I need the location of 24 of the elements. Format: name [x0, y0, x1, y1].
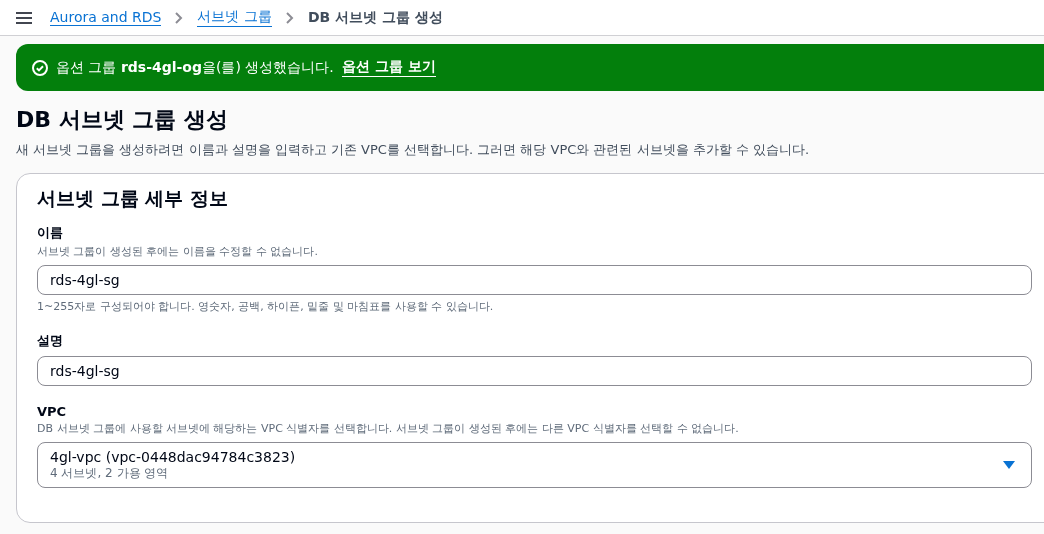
select-value: 4gl-vpc (vpc-0448dac94784c3823) — [50, 448, 296, 465]
banner-message: 옵션 그룹 rds-4gl-og을(를) 생성했습니다. — [56, 58, 334, 77]
field-hint: DB 서브넷 그룹에 사용할 서브넷에 해당하는 VPC 식별자를 선택합니다. 서브넷 그룹이 생성된 후에는 다른 VPC 식별자를 선택할 수 없습니다. — [37, 421, 740, 436]
card-title: 서브넷 그룹 세부 정보 — [37, 186, 229, 211]
input-field[interactable]: rds-4gl-sg — [37, 265, 1032, 295]
caret-icon — [1003, 461, 1015, 469]
select-field[interactable]: 4gl-vpc (vpc-0448dac94784c3823) 4 서브넷, 2 가용 영역 — [37, 442, 1032, 488]
field-label: 설명 — [37, 332, 64, 350]
banner-link[interactable]: 옵션 그룹 보기 — [341, 58, 436, 77]
page-description: 새 서브넷 그룹을 생성하려면 이름과 설명을 입력하고 기존 VPC를 선택합니다. 그러면 해당 VPC와 관련된 서브넷을 추가할 수 있습니다. — [16, 141, 811, 159]
breadcrumb-current: DB 서브넷 그룹 생성 — [307, 8, 443, 27]
field-label: VPC — [37, 404, 68, 419]
field-constraint: 1~255자로 구성되어야 합니다. 영숫자, 공백, 하이픈, 밑줄 및 마침표를 사용할 수 있습니다. — [37, 299, 495, 314]
page-title: DB 서브넷 그룹 생성 — [16, 106, 229, 134]
field-hint: 서브넷 그룹이 생성된 후에는 이름을 수정할 수 없습니다. — [37, 244, 319, 259]
menu-icon[interactable] — [16, 11, 32, 24]
chevron-icon — [285, 11, 294, 24]
input-field[interactable]: rds-4gl-sg — [37, 356, 1032, 386]
check-circle-icon — [32, 59, 48, 76]
breadcrumb-link[interactable]: Aurora and RDS — [50, 9, 162, 26]
chevron-icon — [175, 11, 184, 24]
field-label: 이름 — [37, 224, 64, 242]
breadcrumb-link[interactable]: 서브넷 그룹 — [197, 8, 272, 27]
select-description: 4 서브넷, 2 가용 영역 — [50, 465, 170, 482]
